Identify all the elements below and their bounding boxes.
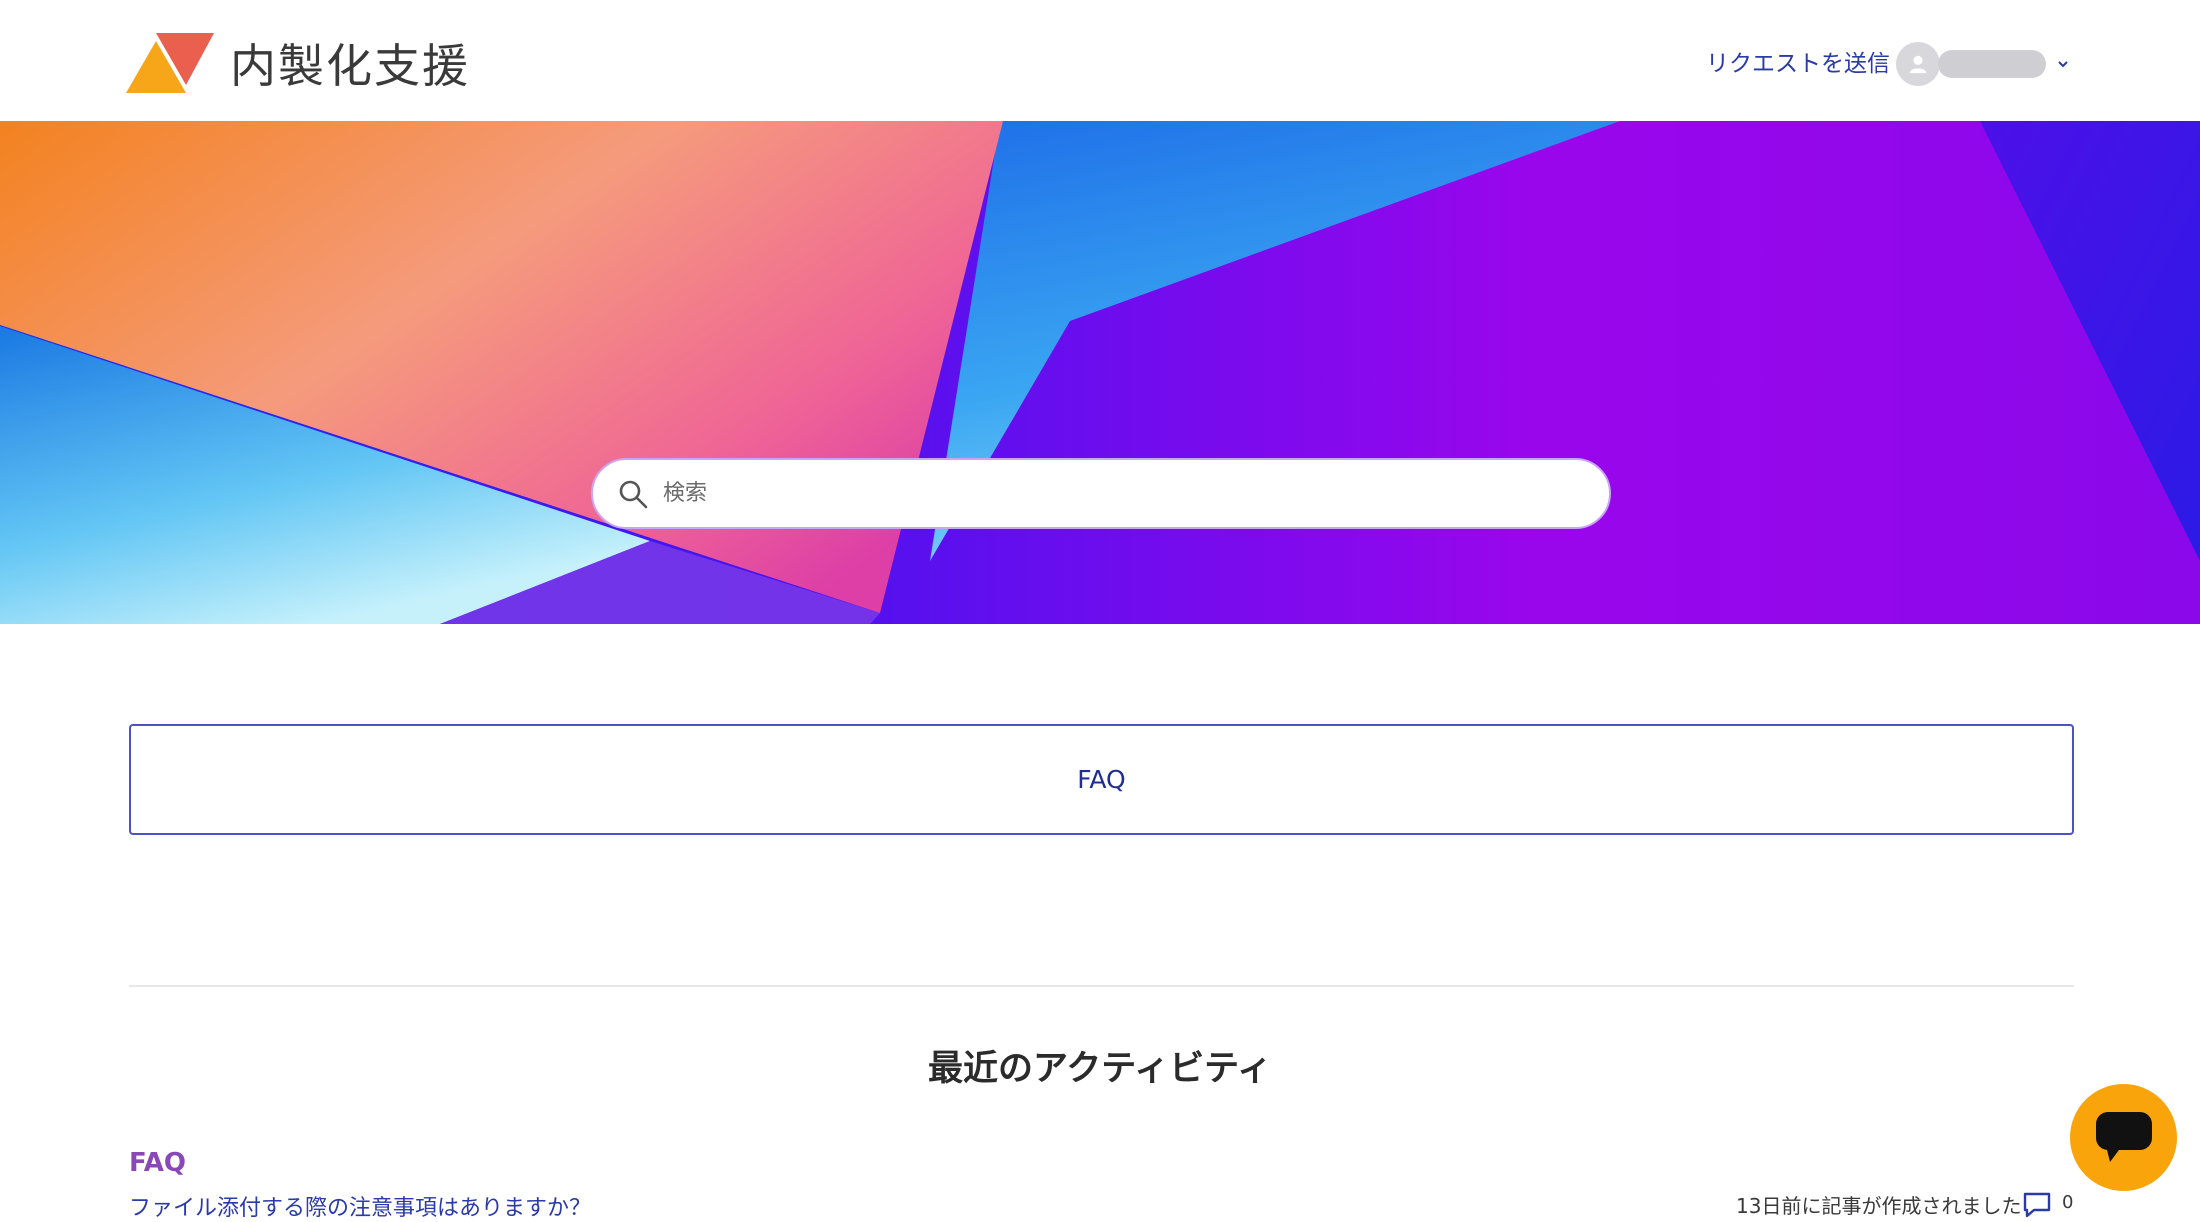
- site-header: 内製化支援 リクエストを送信: [0, 0, 2200, 121]
- brand-logo[interactable]: 内製化支援: [126, 30, 470, 96]
- submit-request-link[interactable]: リクエストを送信: [1706, 44, 1890, 78]
- brand-name: 内製化支援: [230, 39, 470, 93]
- section-divider: [129, 985, 2074, 987]
- comment-count: 0: [2062, 1192, 2074, 1213]
- hero-background: [0, 121, 2200, 624]
- chat-icon: [2095, 1111, 2152, 1162]
- user-menu[interactable]: [1896, 42, 2070, 86]
- faq-category-label: FAQ: [1077, 765, 1126, 794]
- username-redacted: [1938, 50, 2046, 78]
- search-input[interactable]: [663, 481, 1563, 506]
- activity-meta: 13日前に記事が作成されました: [1736, 1194, 2022, 1218]
- search-bar[interactable]: [591, 458, 1611, 529]
- logo-mark-icon: [126, 33, 214, 93]
- chevron-down-icon: [2058, 61, 2068, 68]
- hero-banner: [0, 121, 2200, 624]
- activity-article-link[interactable]: ファイル添付する際の注意事項はありますか？: [129, 1190, 591, 1222]
- user-icon: [1909, 55, 1927, 74]
- search-icon: [619, 480, 648, 508]
- comment-icon: [2023, 1192, 2051, 1218]
- faq-category-block[interactable]: FAQ: [129, 724, 2074, 835]
- avatar: [1896, 42, 1940, 86]
- chat-launcher-button[interactable]: [2070, 1084, 2177, 1191]
- activity-section-link[interactable]: FAQ: [129, 1148, 186, 1178]
- recent-activity-title: 最近のアクティビティ: [927, 1049, 1273, 1089]
